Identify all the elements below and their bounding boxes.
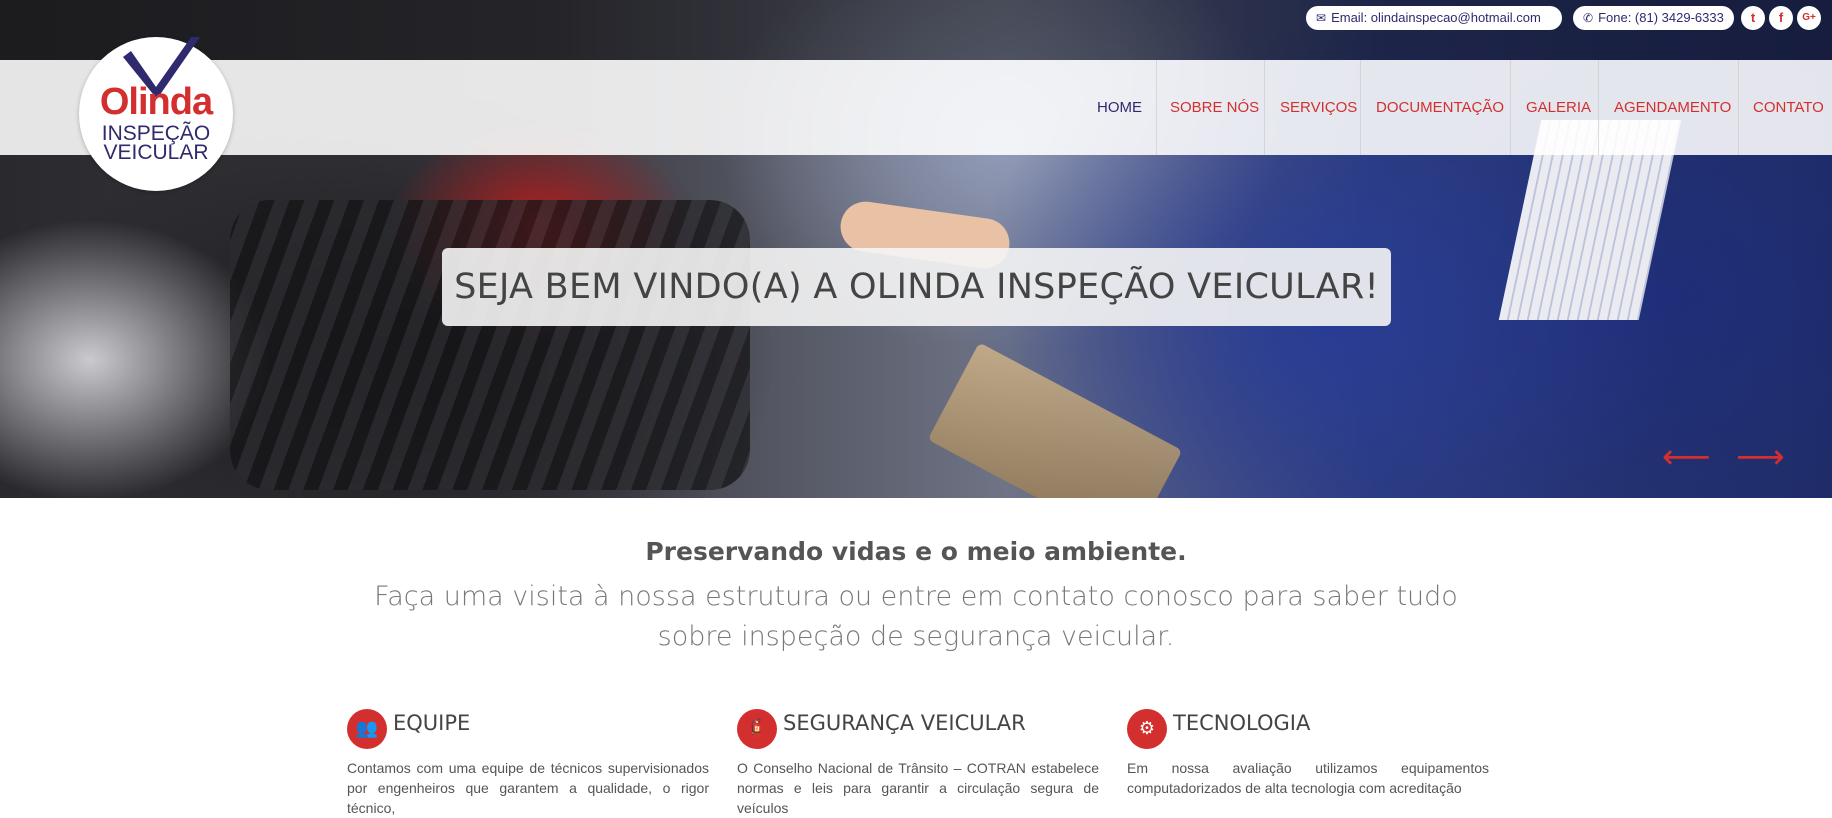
feature-text: O Conselho Nacional de Trânsito – COTRAN… [737, 760, 1099, 816]
logo-name: Olinda [99, 81, 213, 123]
nav-sobre-nos[interactable]: SOBRE NÓS [1170, 60, 1259, 155]
nav-contato[interactable]: CONTATO [1753, 60, 1824, 155]
nav-divider [1360, 60, 1361, 155]
feature-title: EQUIPE [393, 711, 471, 735]
nav-servicos[interactable]: SERVIÇOS [1280, 60, 1357, 155]
nav-divider [1738, 60, 1739, 155]
logo-line-2: VEICULAR [103, 141, 209, 164]
nav-divider [1510, 60, 1511, 155]
intro-subtitle: Faça uma visita à nossa estrutura ou ent… [374, 581, 1458, 652]
welcome-banner: SEJA BEM VINDO(A) A OLINDA INSPEÇÃO VEIC… [442, 248, 1391, 326]
hero-engine-image [230, 200, 750, 490]
nav-divider [1156, 60, 1157, 155]
email-label: Email: olindainspecao@hotmail.com [1331, 10, 1541, 25]
slider-prev-arrow-icon[interactable]: ⟵ [1662, 440, 1711, 474]
envelope-icon: ✉ [1316, 11, 1327, 25]
nav-home[interactable]: HOME [1097, 60, 1142, 155]
team-icon: 👥 [347, 709, 387, 749]
facebook-icon[interactable]: f [1769, 6, 1793, 30]
phone-label: Fone: (81) 3429-6333 [1598, 10, 1724, 25]
nav-agendamento[interactable]: AGENDAMENTO [1614, 60, 1731, 155]
brand-logo[interactable]: Olinda INSPEÇÃO VEICULAR [79, 37, 233, 191]
nav-divider [1598, 60, 1599, 155]
phone-link[interactable]: ✆ Fone: (81) 3429-6333 [1573, 6, 1734, 30]
gears-icon: ⚙ [1127, 709, 1167, 749]
nav-documentacao[interactable]: DOCUMENTAÇÃO [1376, 60, 1504, 155]
google-plus-icon[interactable]: G+ [1797, 6, 1821, 30]
feature-title: SEGURANÇA VEICULAR [783, 711, 1026, 735]
feature-text: Contamos com uma equipe de técnicos supe… [347, 760, 709, 816]
nav-divider [1264, 60, 1265, 155]
slider-next-arrow-icon[interactable]: ⟶ [1736, 440, 1785, 474]
nav-galeria[interactable]: GALERIA [1526, 60, 1591, 155]
feature-title: TECNOLOGIA [1173, 711, 1311, 735]
intro-title: Preservando vidas e o meio ambiente. [645, 537, 1187, 566]
fire-extinguisher-icon: 🧯 [737, 709, 777, 749]
twitter-icon[interactable]: t [1741, 6, 1765, 30]
phone-icon: ✆ [1583, 11, 1594, 25]
hero-clipboard-image [927, 342, 1183, 498]
feature-text: Em nossa avaliação utilizamos equipament… [1127, 760, 1489, 796]
email-link[interactable]: ✉ Email: olindainspecao@hotmail.com [1306, 6, 1562, 30]
